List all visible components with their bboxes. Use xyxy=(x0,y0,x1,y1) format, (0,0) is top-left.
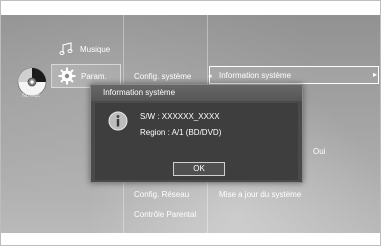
submenu-item-controle-parental[interactable]: Contrôle Parental xyxy=(134,210,196,219)
gear-icon xyxy=(57,67,77,85)
option-item-mise-a-jour[interactable]: Mise a jour du système xyxy=(219,190,301,199)
option-value-oui: Oui xyxy=(313,147,326,156)
option-item-information-systeme[interactable]: Information système xyxy=(219,71,291,80)
music-note-icon xyxy=(56,40,76,58)
submenu-item-config-reseau[interactable]: Config. Réseau xyxy=(134,190,189,199)
software-version: S/W : XXXXXX_XXXX xyxy=(140,112,220,121)
tv-menu-screen: No Disc Musique Param. Config. système C… xyxy=(0,0,381,246)
sidebar-item-label: Param. xyxy=(81,71,107,81)
dialog-title: Information système xyxy=(91,85,302,101)
info-icon xyxy=(108,111,128,131)
chevron-right-icon: ▸ xyxy=(373,70,378,79)
bottom-margin xyxy=(1,233,380,245)
sidebar-item-label: Musique xyxy=(80,44,111,54)
region-code: Region : A/1 (BD/DVD) xyxy=(140,128,222,137)
ok-button[interactable]: OK xyxy=(173,162,225,176)
submenu-item-config-systeme[interactable]: Config. système xyxy=(134,72,191,81)
chevron-left-icon: ◂ xyxy=(208,73,212,80)
top-margin xyxy=(1,1,380,15)
sidebar-item-musique[interactable]: Musique xyxy=(51,37,121,61)
disc-label: No Disc xyxy=(22,93,40,99)
